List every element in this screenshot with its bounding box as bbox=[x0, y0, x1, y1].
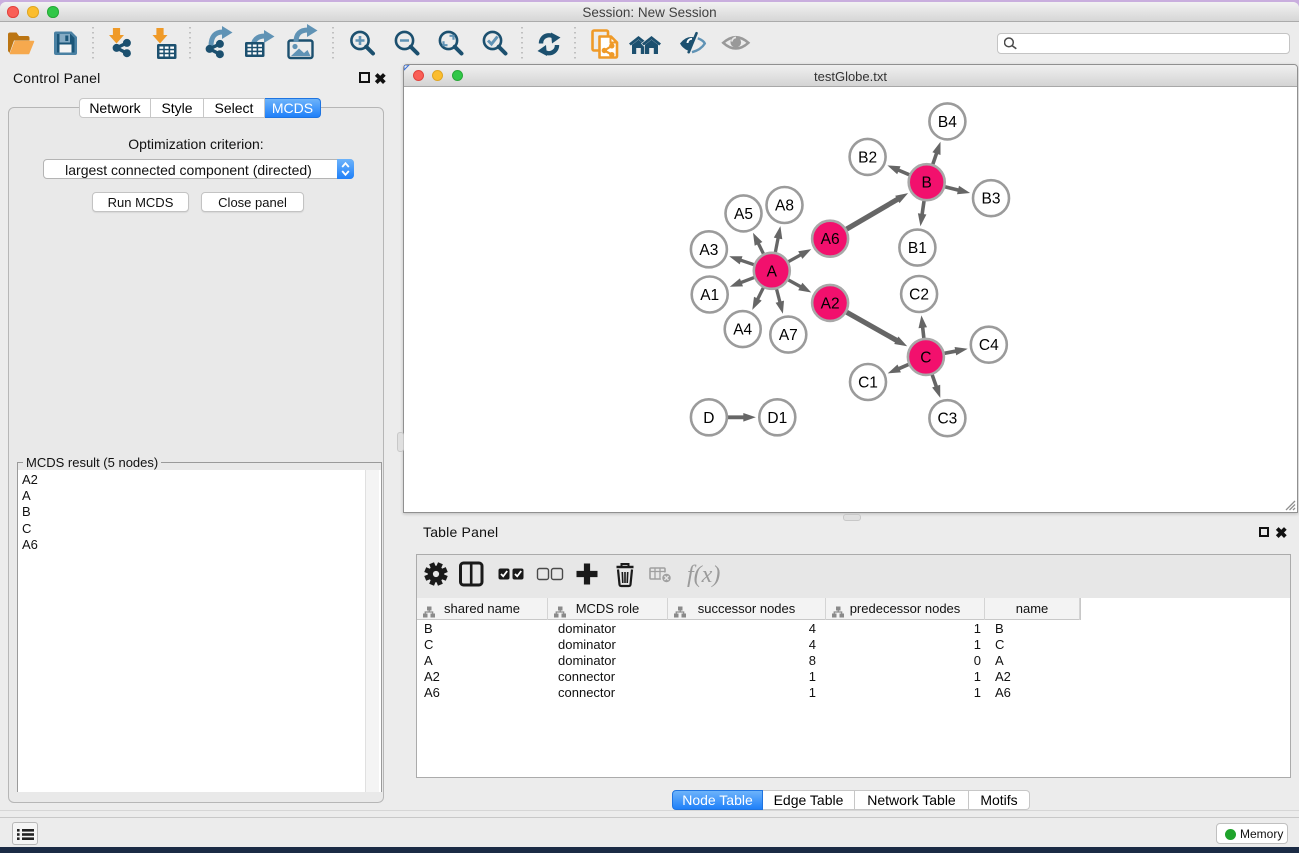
svg-text:A7: A7 bbox=[779, 327, 798, 344]
svg-text:C: C bbox=[920, 349, 931, 366]
svg-text:D1: D1 bbox=[767, 410, 787, 427]
svg-text:f(x): f(x) bbox=[687, 562, 720, 588]
svg-text:B1: B1 bbox=[908, 240, 927, 257]
svg-text:C1: C1 bbox=[858, 375, 878, 392]
svg-text:C4: C4 bbox=[979, 337, 999, 354]
svg-text:A3: A3 bbox=[699, 242, 718, 259]
svg-text:A8: A8 bbox=[775, 198, 794, 215]
svg-text:A4: A4 bbox=[733, 322, 752, 339]
svg-text:A1: A1 bbox=[700, 287, 719, 304]
svg-text:B3: B3 bbox=[982, 191, 1001, 208]
svg-text:B: B bbox=[922, 175, 932, 192]
svg-text:C3: C3 bbox=[937, 411, 957, 428]
svg-text:A5: A5 bbox=[734, 206, 753, 223]
svg-text:B2: B2 bbox=[858, 149, 877, 166]
svg-text:B4: B4 bbox=[938, 114, 957, 131]
svg-text:A6: A6 bbox=[821, 231, 840, 248]
svg-text:A: A bbox=[767, 263, 778, 280]
svg-text:C2: C2 bbox=[909, 287, 929, 304]
svg-text:D: D bbox=[703, 410, 714, 427]
svg-text:A2: A2 bbox=[821, 295, 840, 312]
